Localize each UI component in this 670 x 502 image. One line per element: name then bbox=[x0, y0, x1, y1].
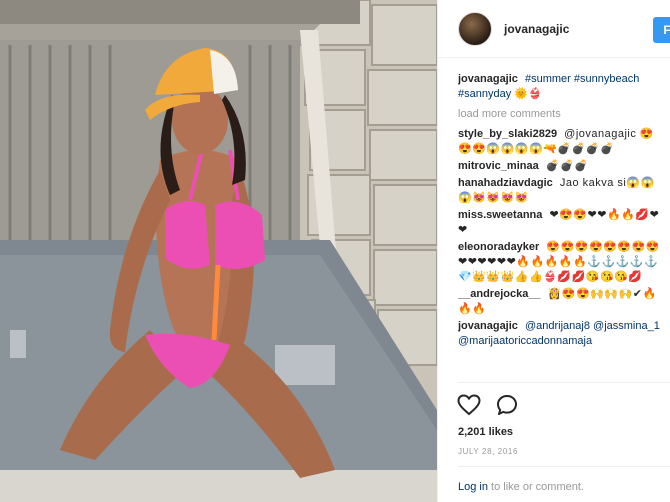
comment-item: __andrejocka__ 👸😍😍🙌🙌🙌✔🔥🔥🔥 bbox=[458, 287, 664, 317]
load-more-comments-link[interactable]: load more comments bbox=[458, 107, 664, 122]
post-date[interactable]: JULY 28, 2016 bbox=[458, 447, 518, 456]
comment-username[interactable]: mitrovic_minaa bbox=[458, 160, 539, 172]
post-sidebar: jovanagajic Fo jovanagajic #summer #sunn… bbox=[437, 0, 670, 502]
comment-username[interactable]: miss.sweetanna bbox=[458, 209, 542, 221]
photo-illustration bbox=[0, 0, 437, 502]
post-header: jovanagajic Fo bbox=[438, 0, 670, 58]
comment-username[interactable]: jovanagajic bbox=[458, 320, 518, 332]
speech-bubble-icon bbox=[497, 395, 517, 415]
divider bbox=[458, 382, 670, 383]
like-button[interactable] bbox=[456, 392, 482, 418]
caption-username[interactable]: jovanagajic bbox=[458, 73, 518, 85]
login-link[interactable]: Log in bbox=[458, 481, 488, 493]
heart-outline-icon bbox=[457, 394, 481, 416]
comment-text: 💣💣💣 bbox=[545, 160, 589, 172]
comment-username[interactable]: eleonoradayker bbox=[458, 241, 539, 253]
comment-item: eleonoradayker 😍😍😍😍😍😍😍😍❤❤❤❤❤❤🔥🔥🔥🔥🔥⚓⚓⚓⚓⚓💎… bbox=[458, 240, 664, 285]
comment-button[interactable] bbox=[494, 392, 520, 418]
comment-item: jovanagajic @andrijanaj8 @jassmina_1 @ma… bbox=[458, 319, 664, 349]
login-prompt: Log in to like or comment. bbox=[458, 481, 584, 493]
avatar[interactable] bbox=[458, 11, 492, 46]
comment-username[interactable]: style_by_slaki2829 bbox=[458, 128, 557, 140]
post-window: jovanagajic Fo jovanagajic #summer #sunn… bbox=[0, 0, 670, 502]
comments-list: jovanagajic #summer #sunnybeach #sannyda… bbox=[458, 72, 664, 377]
comment-item: hanahadziavdagic Jao kakva si😱😱😱😻😻😻😻 bbox=[458, 176, 664, 206]
login-prompt-text: to like or comment. bbox=[487, 481, 584, 493]
header-username[interactable]: jovanagajic bbox=[504, 22, 569, 36]
like-count[interactable]: 2,201 likes bbox=[458, 426, 513, 438]
divider bbox=[458, 466, 670, 467]
follow-button[interactable]: Fo bbox=[653, 17, 670, 43]
action-bar bbox=[456, 392, 520, 418]
caption: jovanagajic #summer #sunnybeach #sannyda… bbox=[458, 72, 664, 102]
comment-username[interactable]: hanahadziavdagic bbox=[458, 177, 553, 189]
post-photo[interactable] bbox=[0, 0, 437, 502]
comment-item: style_by_slaki2829 @jovanagajic 😍😍😍😱😱😱😱🔫… bbox=[458, 127, 664, 157]
comment-item: miss.sweetanna ❤😍😍❤❤🔥🔥💋❤❤ bbox=[458, 208, 664, 238]
comment-item: mitrovic_minaa 💣💣💣 bbox=[458, 159, 664, 174]
comment-username[interactable]: __andrejocka__ bbox=[458, 288, 541, 300]
